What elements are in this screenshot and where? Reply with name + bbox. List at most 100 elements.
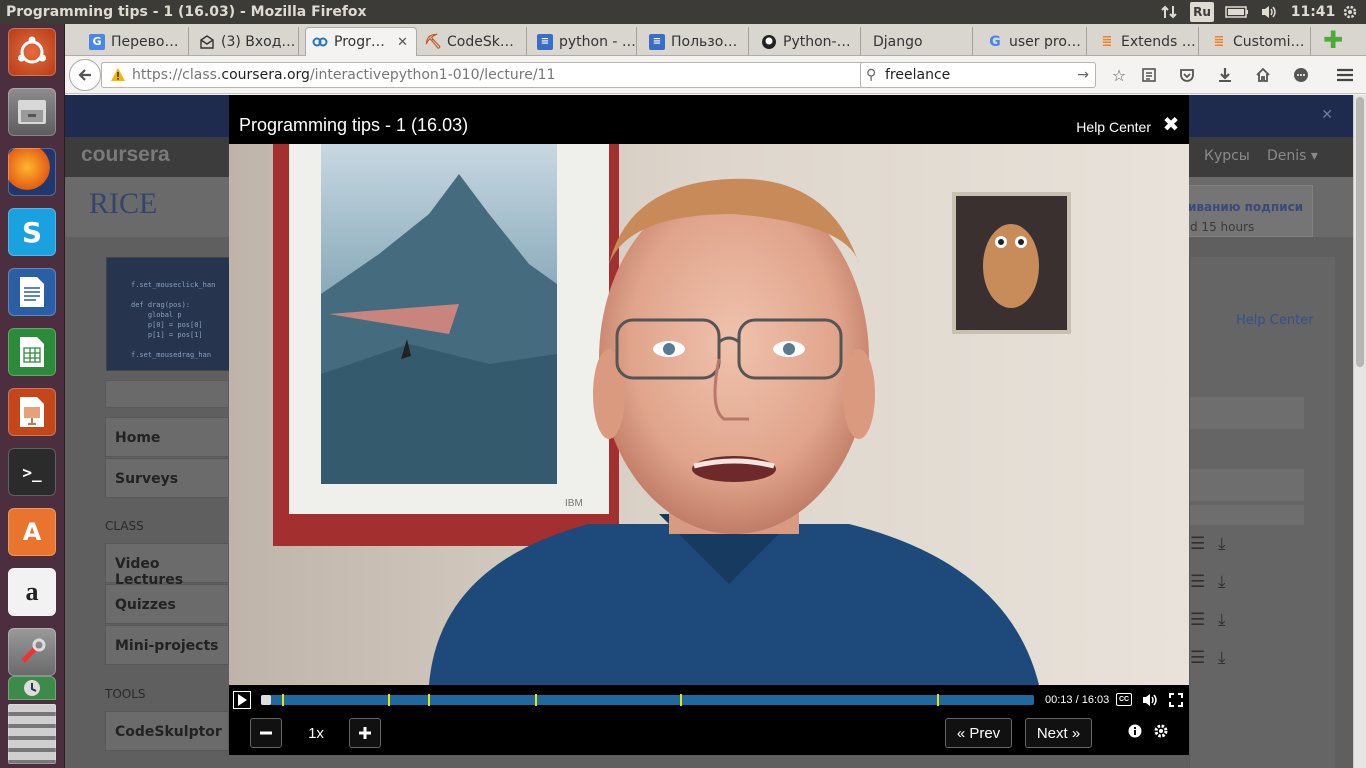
tab-coursera-active[interactable]: Progr… ✕ <box>305 27 417 56</box>
close-tab-icon[interactable]: ✕ <box>397 35 408 50</box>
progress-bar[interactable] <box>261 694 1034 706</box>
lecture-notes-icon[interactable]: ☰ <box>1190 610 1205 630</box>
close-icon[interactable]: ✖ <box>1162 114 1180 134</box>
sidebar-search-box[interactable] <box>105 380 229 408</box>
new-tab-plus-icon[interactable]: ✚ <box>1321 26 1345 54</box>
page-scrollbar[interactable] <box>1353 95 1366 768</box>
settings-gear-icon[interactable] <box>1340 0 1360 24</box>
video-frame[interactable]: IBM <box>229 144 1189 685</box>
chapter-marker[interactable] <box>535 694 537 706</box>
download-icon[interactable]: ⤓ <box>1218 610 1226 630</box>
libreoffice-writer-icon[interactable] <box>8 268 56 316</box>
url-prefix: https://class. <box>132 67 222 83</box>
info-icon[interactable] <box>1126 722 1144 740</box>
pocket-icon[interactable] <box>1177 65 1197 85</box>
libreoffice-impress-icon[interactable] <box>8 388 56 436</box>
tab-mail[interactable]: (3) Вход… <box>193 27 299 56</box>
lecture-notes-icon[interactable]: ☰ <box>1190 572 1205 592</box>
banner-close-icon[interactable]: ✕ <box>1321 107 1333 123</box>
keyboard-layout-indicator[interactable]: Ru <box>1190 2 1214 22</box>
tab-django[interactable]: Django <box>867 27 973 56</box>
prev-lecture-button[interactable]: « Prev <box>945 718 1012 748</box>
sidebar-item-surveys[interactable]: Surveys <box>105 458 229 498</box>
tab-github[interactable]: Python-… <box>755 27 861 56</box>
download-icon[interactable]: ⤓ <box>1218 648 1226 668</box>
chapter-marker[interactable] <box>388 694 390 706</box>
download-icon[interactable]: ⤓ <box>1218 572 1226 592</box>
courses-link[interactable]: Курсы <box>1204 148 1250 164</box>
volume-icon[interactable] <box>1258 0 1280 24</box>
class-heading: CLASS <box>105 519 144 533</box>
top-panel: Programming tips - 1 (16.03) - Mozilla F… <box>0 0 1366 24</box>
help-center-link[interactable]: Help Center <box>1076 119 1151 135</box>
code-line: p[0] = pos[0] <box>131 321 203 329</box>
libreoffice-calc-icon[interactable] <box>8 328 56 376</box>
downloads-icon[interactable] <box>1215 65 1235 85</box>
chat-icon[interactable] <box>1291 65 1311 85</box>
increase-speed-button[interactable] <box>349 718 381 748</box>
video-still: IBM <box>229 144 1189 685</box>
google-translate-icon: G <box>89 33 105 50</box>
download-icon[interactable]: ⤓ <box>1218 534 1226 554</box>
search-bar[interactable]: ⚲ freelance → <box>860 62 1096 88</box>
decrease-speed-button[interactable] <box>250 718 282 748</box>
chapter-marker[interactable] <box>428 694 430 706</box>
amazon-icon[interactable]: a <box>8 568 56 616</box>
reading-list-icon[interactable] <box>1139 65 1159 85</box>
software-center-icon[interactable]: A <box>8 508 56 556</box>
ubuntu-dash-icon[interactable] <box>8 28 56 76</box>
chapter-marker[interactable] <box>680 694 682 706</box>
next-lecture-button[interactable]: Next » <box>1025 718 1092 748</box>
terminal-icon[interactable]: >_ <box>8 448 56 496</box>
tab-customize[interactable]: ≣ Customi… <box>1205 27 1311 56</box>
chapter-marker[interactable] <box>937 694 939 706</box>
system-settings-icon[interactable] <box>8 628 56 676</box>
tab-codeskulptor[interactable]: ⛏ CodeSk… <box>419 27 527 56</box>
time-display: 00:13 / 16:03 <box>1045 691 1109 709</box>
software-updater-icon[interactable] <box>8 676 56 700</box>
workspaces-icon[interactable] <box>8 704 56 764</box>
captions-button[interactable]: CC <box>1116 693 1132 706</box>
network-icon[interactable] <box>1158 0 1180 24</box>
firefox-icon[interactable] <box>8 148 56 196</box>
signature-notice[interactable]: иванию подписи d 15 hours <box>1185 185 1313 237</box>
sidebar-item-mini-projects[interactable]: Mini-projects <box>105 625 229 665</box>
user-menu[interactable]: Denis ▾ <box>1267 148 1318 164</box>
coursera-logo[interactable]: coursera <box>81 143 170 167</box>
url-bar[interactable]: https://class.coursera.org/interactivepy… <box>101 62 917 88</box>
chapter-marker[interactable] <box>282 694 284 706</box>
settings-gear-icon[interactable] <box>1151 721 1171 741</box>
tab-translate[interactable]: G Перево… <box>83 27 189 56</box>
site-info-icon[interactable] <box>110 67 126 91</box>
sidebar-item-label: CodeSkulptor <box>115 724 222 740</box>
help-center-link[interactable]: Help Center <box>1236 313 1314 328</box>
sidebar-item-quizzes[interactable]: Quizzes <box>105 584 229 624</box>
sidebar-item-label: Mini-projects <box>115 638 219 654</box>
lecture-notes-icon[interactable]: ☰ <box>1190 648 1205 668</box>
search-go-icon[interactable]: → <box>1077 63 1089 87</box>
back-button[interactable] <box>69 59 101 91</box>
files-icon[interactable] <box>8 88 56 136</box>
lecture-group-header <box>1190 505 1304 525</box>
fullscreen-icon[interactable] <box>1167 691 1185 709</box>
play-button[interactable] <box>233 691 251 709</box>
bookmark-star-icon[interactable]: ☆ <box>1109 65 1129 85</box>
lecture-notes-icon[interactable]: ☰ <box>1190 534 1205 554</box>
skype-icon[interactable]: S <box>8 208 56 256</box>
tab-extends[interactable]: ≣ Extends … <box>1093 27 1199 56</box>
sidebar-item-video-lectures[interactable]: Video Lectures <box>105 543 229 588</box>
sidebar-item-home[interactable]: Home <box>105 417 229 457</box>
sidebar-item-codeskulptor[interactable]: CodeSkulptor <box>105 711 229 751</box>
pickaxe-icon: ⛏ <box>424 33 442 50</box>
tab-python[interactable]: ≡ python - … <box>531 27 637 56</box>
menu-hamburger-icon[interactable] <box>1335 65 1355 85</box>
clock[interactable]: 11:41 <box>1291 0 1336 24</box>
sidebar-item-label: Home <box>115 430 161 446</box>
tab-users[interactable]: ≡ Пользо… <box>643 27 749 56</box>
home-icon[interactable] <box>1253 65 1273 85</box>
volume-icon[interactable] <box>1141 691 1159 709</box>
sidebar-item-label: Surveys <box>115 471 179 487</box>
scrollbar-thumb[interactable] <box>1356 97 1364 367</box>
tab-user-profile[interactable]: G user pro… <box>981 27 1087 56</box>
battery-icon[interactable] <box>1224 0 1250 24</box>
